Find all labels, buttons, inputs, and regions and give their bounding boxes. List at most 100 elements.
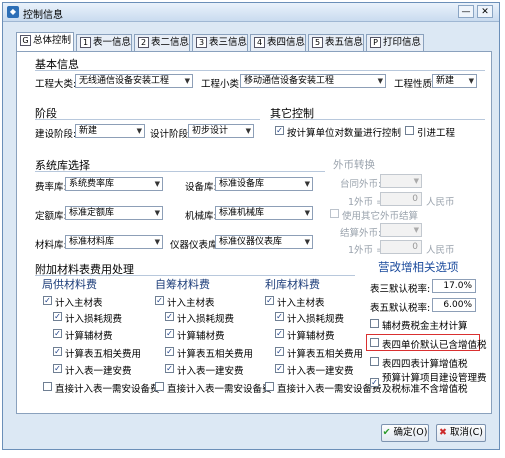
mgmt-fee-checkbox[interactable]: ✓ — [370, 378, 379, 387]
ok-button[interactable]: ✔ 确定(O) — [381, 424, 429, 442]
chevron-down-icon: ▼ — [304, 238, 310, 246]
rate2-input[interactable]: 0 — [380, 240, 422, 254]
tab-label: 表二信息 — [151, 37, 190, 48]
project-subcategory-select[interactable]: 移动通信设备安装工程 ▼ — [240, 74, 386, 88]
tab-table1[interactable]: 1 表一信息 — [76, 34, 132, 51]
self-main-checkbox[interactable]: ✓ — [155, 296, 164, 305]
select-value: 标准定额库 — [69, 208, 115, 218]
tab-label: 表一信息 — [93, 37, 132, 48]
build-stage-label: 建设阶段: — [35, 129, 77, 140]
project-nature-select[interactable]: 新建 ▼ — [432, 74, 477, 88]
select-value: 标准机械库 — [219, 208, 265, 218]
design-stage-select[interactable]: 初步设计 ▼ — [188, 124, 254, 138]
project-category-select[interactable]: 无线通信设备安装工程 ▼ — [75, 74, 193, 88]
select-value: 标准仪器仪表库 — [219, 237, 283, 247]
select-value: 初步设计 — [192, 126, 229, 136]
equip-lib-label: 设备库: — [185, 182, 217, 193]
table4-price-vat-checkbox[interactable] — [370, 338, 379, 347]
table4-price-vat-label: 表四单价默认已含增值税 — [382, 340, 487, 351]
table4-calc-vat-checkbox[interactable] — [370, 357, 379, 366]
tab-table2[interactable]: 2 表二信息 — [134, 34, 190, 51]
close-button[interactable]: ✕ — [477, 5, 493, 18]
rate1-input[interactable]: 0 — [380, 192, 422, 206]
chevron-down-icon: ▼ — [154, 209, 160, 217]
stock-item-checkbox[interactable]: ✓ — [275, 329, 284, 338]
tab-label: 表五信息 — [325, 37, 364, 48]
group-bureau-title: 局供材料费 — [42, 278, 97, 291]
stock-item-checkbox[interactable]: ✓ — [275, 347, 284, 356]
tab-table3[interactable]: 3 表三信息 — [192, 34, 248, 51]
meter-lib-label: 仪器仪表库: — [170, 240, 221, 251]
tab-label: 表四信息 — [267, 37, 306, 48]
tab-icon: 2 — [138, 37, 149, 48]
bureau-item-checkbox[interactable]: ✓ — [53, 364, 62, 373]
self-direct-checkbox[interactable] — [155, 382, 164, 391]
aux-tax-checkbox[interactable] — [370, 319, 379, 328]
minimize-button[interactable]: — — [458, 5, 474, 18]
mgmt-fee-line1: 预算计算项目建设管理费 — [382, 373, 487, 384]
material-lib-select[interactable]: 标准材料库 ▼ — [65, 235, 163, 249]
self-item-label: 计入表一建安费 — [177, 366, 244, 377]
bureau-direct-checkbox[interactable] — [43, 382, 52, 391]
cancel-button[interactable]: ✖ 取消(C) — [436, 424, 486, 442]
section-foreign-title: 外币转换 — [333, 159, 375, 171]
chevron-down-icon: ▼ — [154, 238, 160, 246]
chevron-down-icon: ▼ — [304, 180, 310, 188]
select-value: 移动通信设备安装工程 — [244, 76, 335, 86]
table5-rate-input[interactable]: 6.00% — [432, 298, 476, 312]
import-project-checkbox[interactable] — [405, 126, 414, 135]
fee-lib-select[interactable]: 系统费率库 ▼ — [65, 177, 163, 191]
window-title: 控制信息 — [23, 10, 63, 21]
tab-icon: 5 — [312, 37, 323, 48]
self-item-checkbox[interactable]: ✓ — [165, 312, 174, 321]
self-item-checkbox[interactable]: ✓ — [165, 347, 174, 356]
table5-rate-label: 表五默认税率: — [370, 303, 431, 314]
bureau-item-checkbox[interactable]: ✓ — [53, 329, 62, 338]
stock-item-checkbox[interactable]: ✓ — [275, 312, 284, 321]
tab-icon: G — [20, 35, 31, 46]
equip-lib-select[interactable]: 标准设备库 ▼ — [215, 177, 313, 191]
project-subcategory-label: 工程小类: — [201, 79, 243, 90]
bureau-main-checkbox[interactable]: ✓ — [43, 296, 52, 305]
bureau-item-checkbox[interactable]: ✓ — [53, 347, 62, 356]
build-stage-select[interactable]: 新建 ▼ — [75, 124, 145, 138]
divider — [35, 70, 485, 71]
chevron-down-icon: ▼ — [154, 180, 160, 188]
machine-lib-label: 机械库: — [185, 211, 217, 222]
bureau-item-label: 计入损耗规费 — [65, 314, 123, 325]
tab-label: 表三信息 — [209, 37, 248, 48]
select-value: 标准材料库 — [69, 237, 115, 247]
mgmt-fee-label: 预算计算项目建设管理费 及税标准不含增值税 — [382, 373, 487, 395]
bureau-item-checkbox[interactable]: ✓ — [53, 312, 62, 321]
quota-lib-select[interactable]: 标准定额库 ▼ — [65, 206, 163, 220]
use-other-currency-checkbox[interactable] — [330, 209, 339, 218]
app-icon: ◆ — [7, 6, 19, 18]
bureau-main-label: 计入主材表 — [55, 298, 103, 309]
stock-direct-checkbox[interactable] — [265, 382, 274, 391]
meter-lib-select[interactable]: 标准仪器仪表库 ▼ — [215, 235, 313, 249]
stock-item-checkbox[interactable]: ✓ — [275, 364, 284, 373]
chevron-down-icon: ▼ — [136, 127, 142, 135]
table4-calc-vat-label: 表四四表计算增值税 — [382, 359, 468, 370]
section-vat-title: 营改增相关选项 — [378, 260, 459, 274]
stock-item-label: 计算表五相关费用 — [287, 349, 364, 360]
contract-currency-select[interactable]: ▼ — [380, 174, 422, 188]
chevron-down-icon: ▼ — [304, 209, 310, 217]
self-item-label: 计算表五相关费用 — [177, 349, 254, 360]
tab-table4[interactable]: 4 表四信息 — [250, 34, 306, 51]
tab-table5[interactable]: 5 表五信息 — [308, 34, 364, 51]
tab-icon: 4 — [254, 37, 265, 48]
stock-main-checkbox[interactable]: ✓ — [265, 296, 274, 305]
self-item-checkbox[interactable]: ✓ — [165, 364, 174, 373]
group-self-title: 自筹材料费 — [155, 278, 210, 291]
mgmt-quantity-checkbox[interactable]: ✓ — [275, 126, 284, 135]
settle-currency-select[interactable]: ▼ — [380, 223, 422, 237]
tab-icon: P — [370, 37, 381, 48]
tab-print[interactable]: P 打印信息 — [366, 34, 424, 51]
tab-overall-control[interactable]: G 总体控制 — [16, 32, 74, 51]
table3-rate-input[interactable]: 17.0% — [432, 279, 476, 293]
self-item-checkbox[interactable]: ✓ — [165, 329, 174, 338]
select-value: 无线通信设备安装工程 — [79, 76, 170, 86]
tab-label: 总体控制 — [33, 35, 72, 46]
machine-lib-select[interactable]: 标准机械库 ▼ — [215, 206, 313, 220]
